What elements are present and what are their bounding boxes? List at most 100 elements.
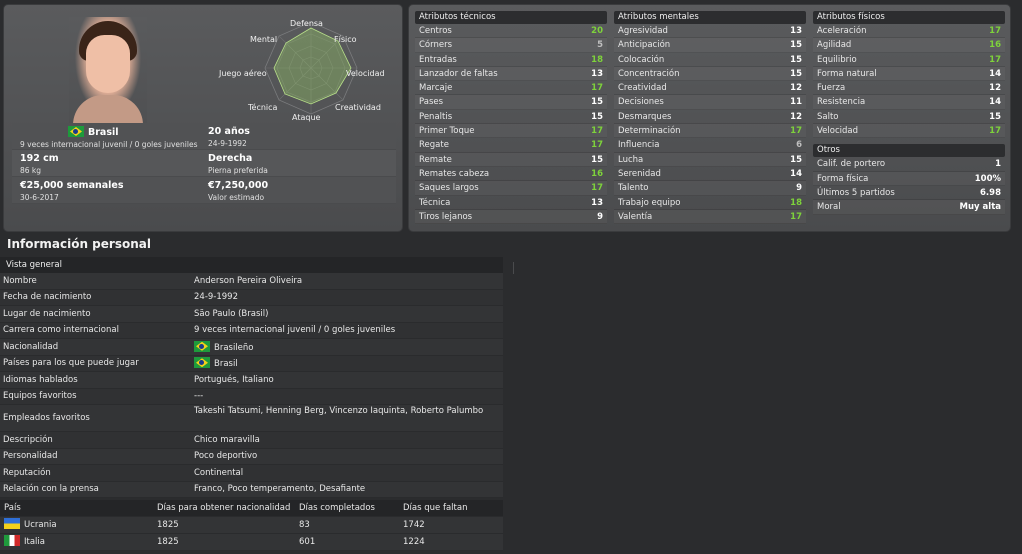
player-summary-grid: Brasil 9 veces internacional juvenil / 0… (12, 123, 396, 204)
col-days-needed[interactable]: Días para obtener nacionalidad (153, 500, 295, 516)
attribute-row[interactable]: Remates cabeza 16 (415, 167, 607, 182)
personal-row: Personalidad Poco deportivo (0, 448, 503, 465)
personal-value[interactable]: Brasileño (194, 340, 503, 353)
technical-attributes: Atributos técnicos Centros 20 Córners 5 Entr… (415, 11, 607, 225)
attribute-name: Técnica (419, 197, 451, 208)
attribute-row[interactable]: Regate 17 (415, 138, 607, 153)
attribute-radar-chart: Defensa Físico Velocidad Creatividad Ata… (214, 13, 404, 123)
attribute-value: 13 (790, 26, 802, 36)
attribute-row[interactable]: Lanzador de faltas 13 (415, 66, 607, 82)
attribute-name: Creatividad (618, 83, 667, 94)
attribute-row[interactable]: Anticipación 15 (614, 38, 806, 53)
attribute-row[interactable]: Creatividad 12 (614, 81, 806, 96)
value-text: €7,250,000 (208, 180, 269, 191)
attribute-name: Entradas (419, 54, 457, 65)
attribute-row[interactable]: Decisiones 11 (614, 95, 806, 110)
attribute-name: Trabajo equipo (618, 197, 681, 208)
attribute-name: Anticipación (618, 40, 671, 51)
others-name: Moral (817, 202, 841, 213)
attribute-row[interactable]: Velocidad 17 (813, 124, 1005, 139)
attribute-row[interactable]: Valentía 17 (614, 209, 806, 225)
others-value: 100% (974, 173, 1001, 184)
attribute-row[interactable]: Pases 15 (415, 95, 607, 110)
personal-value-text: Brasil (214, 359, 238, 370)
radar-label-ataque: Ataque (292, 113, 321, 122)
attribute-name: Velocidad (817, 126, 858, 137)
attribute-row[interactable]: Lucha 15 (614, 152, 806, 167)
summary-row: Brasil 9 veces internacional juvenil / 0… (12, 123, 396, 150)
personal-value: Portugués, Italiano (194, 374, 274, 385)
nationality-row[interactable]: Ucrania 1825 83 1742 (0, 517, 503, 534)
attribute-value: 15 (989, 111, 1001, 122)
value-cell: €7,250,000 Valor estimado (204, 177, 396, 203)
portrait-shoulders (73, 95, 143, 125)
attribute-row[interactable]: Resistencia 14 (813, 95, 1005, 110)
country-name: Ucrania (24, 520, 57, 530)
attribute-row[interactable]: Influencia 6 (614, 138, 806, 153)
others-row: Moral Muy alta (813, 200, 1005, 215)
attribute-name: Equilibrio (817, 54, 857, 65)
days-left: 1742 (403, 520, 425, 530)
attribute-row[interactable]: Remate 15 (415, 152, 607, 167)
attribute-row[interactable]: Penaltis 15 (415, 110, 607, 125)
attribute-row[interactable]: Desmarques 12 (614, 110, 806, 125)
attribute-row[interactable]: Concentración 15 (614, 66, 806, 82)
personal-value[interactable]: Brasil (194, 357, 503, 369)
personal-row: Descripción Chico maravilla (0, 432, 503, 449)
attribute-row[interactable]: Colocación 15 (614, 53, 806, 67)
attribute-row[interactable]: Saques largos 17 (415, 181, 607, 196)
attribute-value: 13 (591, 197, 603, 208)
attribute-name: Primer Toque (419, 126, 475, 137)
personal-value-text: Brasileño (214, 342, 254, 353)
col-country[interactable]: País (0, 500, 153, 516)
attribute-row[interactable]: Aceleración 17 (813, 24, 1005, 39)
attribute-name: Valentía (618, 211, 653, 222)
attribute-name: Salto (817, 111, 839, 122)
attribute-row[interactable]: Equilibrio 17 (813, 53, 1005, 67)
attribute-value: 9 (597, 211, 603, 222)
attribute-row[interactable]: Determinación 17 (614, 124, 806, 139)
attribute-row[interactable]: Centros 20 (415, 24, 607, 39)
radar-label-mental: Mental (250, 35, 278, 44)
personal-value: Poco deportivo (194, 451, 258, 462)
attribute-row[interactable]: Primer Toque 17 (415, 124, 607, 139)
attribute-value: 13 (591, 68, 603, 79)
attribute-row[interactable]: Fuerza 12 (813, 81, 1005, 96)
col-days-done[interactable]: Días completados (295, 500, 399, 516)
nationality-table: País Días para obtener nacionalidad Días… (0, 500, 503, 551)
foot-label: Pierna preferida (208, 166, 268, 175)
attribute-row[interactable]: Agilidad 16 (813, 38, 1005, 53)
personal-row: Países para los que puede jugar Brasil (0, 355, 503, 372)
attribute-row[interactable]: Trabajo equipo 18 (614, 196, 806, 210)
nationality-row[interactable]: Italia 1825 601 1224 (0, 534, 503, 551)
attributes-panel: Atributos técnicos Centros 20 Córners 5 Entr… (408, 4, 1011, 232)
personal-row: Relación con la prensa Franco, Poco tempe… (0, 481, 503, 498)
brazil-flag-icon (194, 357, 210, 369)
attribute-row[interactable]: Técnica 13 (415, 196, 607, 210)
attribute-row[interactable]: Entradas 18 (415, 53, 607, 67)
brazil-flag-icon (68, 126, 84, 137)
attribute-row[interactable]: Marcaje 17 (415, 81, 607, 96)
personal-key: Nacionalidad (3, 341, 59, 352)
attribute-name: Lanzador de faltas (419, 68, 498, 79)
attribute-row[interactable]: Agresividad 13 (614, 24, 806, 39)
attribute-row[interactable]: Salto 15 (813, 110, 1005, 125)
attribute-row[interactable]: Forma natural 14 (813, 66, 1005, 82)
attribute-row[interactable]: Córners 5 (415, 38, 607, 53)
personal-key: Empleados favoritos (3, 413, 90, 423)
attribute-value: 5 (597, 40, 603, 51)
wage-text: €25,000 semanales (20, 180, 124, 191)
attribute-name: Desmarques (618, 111, 672, 122)
attribute-row[interactable]: Talento 9 (614, 181, 806, 196)
personal-row: Nombre Anderson Pereira Oliveira (0, 273, 503, 290)
wage-cell[interactable]: €25,000 semanales 30-6-2017 (12, 177, 204, 203)
attribute-row[interactable]: Tiros lejanos 9 (415, 209, 607, 225)
column-divider (513, 262, 514, 274)
attribute-value: 17 (989, 26, 1001, 36)
nationality-cell[interactable]: Brasil 9 veces internacional juvenil / 0… (12, 123, 204, 149)
attribute-row[interactable]: Serenidad 14 (614, 167, 806, 182)
attribute-value: 12 (790, 111, 802, 122)
attribute-value: 20 (591, 26, 603, 36)
attribute-value: 18 (790, 197, 802, 208)
col-days-left[interactable]: Días que faltan (399, 500, 503, 516)
